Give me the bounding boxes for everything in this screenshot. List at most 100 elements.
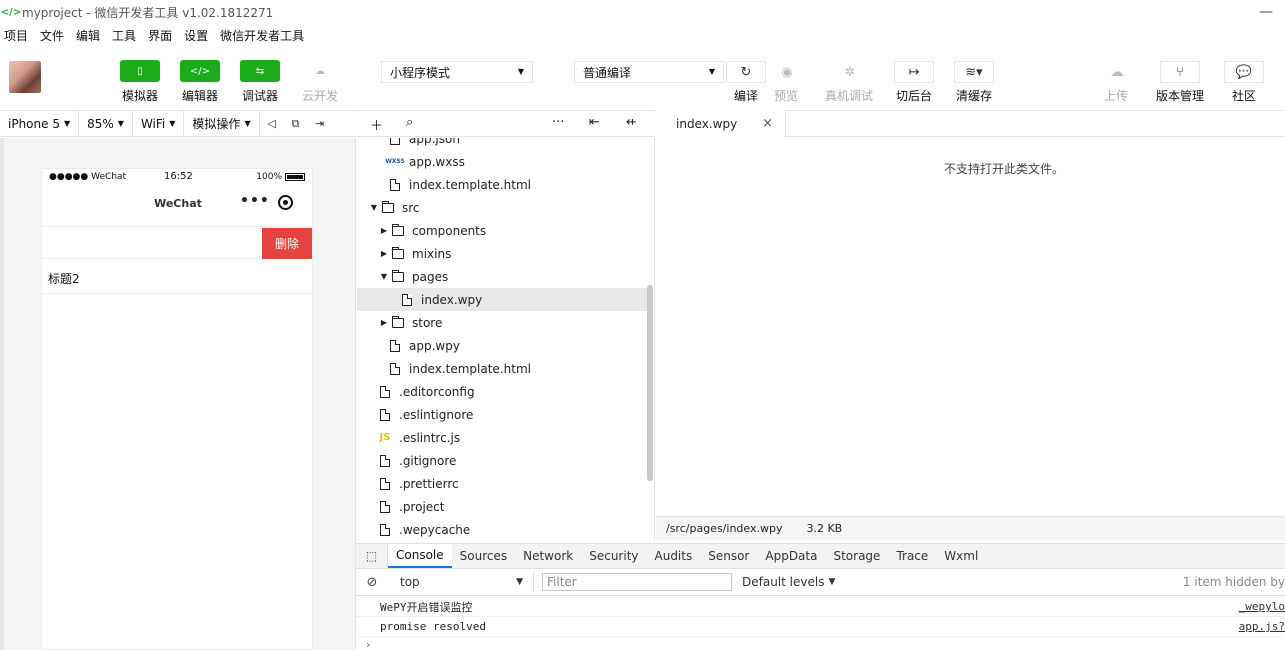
tab-network[interactable]: Network bbox=[515, 544, 581, 568]
tree-item[interactable]: index.wpy bbox=[357, 288, 647, 311]
tree-item[interactable]: .wepycache bbox=[357, 518, 647, 540]
tree-item-label: app.wxss bbox=[409, 154, 465, 169]
tree-item[interactable]: app.wpy bbox=[357, 334, 647, 357]
cloud-label: 云开发 bbox=[301, 89, 338, 103]
filter-input[interactable]: Filter bbox=[542, 573, 732, 591]
minimize-button[interactable]: — bbox=[1259, 4, 1273, 20]
volume-icon[interactable]: ◁ bbox=[260, 111, 284, 136]
collapse-icon[interactable]: ⇤ bbox=[589, 115, 600, 130]
chevron-down-icon[interactable]: ▼ bbox=[369, 203, 379, 212]
console-log-row: WePY开启错误监控 _wepylo bbox=[356, 597, 1285, 617]
menu-settings[interactable]: 设置 bbox=[184, 27, 208, 44]
tree-item[interactable]: ▼ pages bbox=[357, 265, 647, 288]
tab-sensor[interactable]: Sensor bbox=[700, 544, 757, 568]
detach-icon[interactable]: ⇥ bbox=[308, 111, 332, 136]
tree-item[interactable]: ▶ components bbox=[357, 219, 647, 242]
compile-mode-select[interactable]: 普通编译 ▼ bbox=[574, 61, 724, 83]
clear-cache-button[interactable]: ≋▾ bbox=[954, 61, 994, 83]
eye-icon: ◉ bbox=[781, 64, 793, 80]
file-path: /src/pages/index.wpy bbox=[666, 522, 783, 535]
tab-audits[interactable]: Audits bbox=[647, 544, 701, 568]
editor-button[interactable]: </> 编辑器 bbox=[174, 60, 226, 104]
chevron-right-icon[interactable]: ▶ bbox=[379, 318, 389, 327]
menu-view[interactable]: 界面 bbox=[148, 27, 172, 44]
tab-trace[interactable]: Trace bbox=[888, 544, 936, 568]
tab-appdata[interactable]: AppData bbox=[757, 544, 825, 568]
editor-tab[interactable]: index.wpy × bbox=[656, 110, 786, 138]
menu-file[interactable]: 文件 bbox=[40, 27, 64, 44]
cloud-button[interactable]: ☁ 云开发 bbox=[294, 60, 346, 104]
tab-console[interactable]: Console bbox=[388, 544, 452, 568]
tab-wxml[interactable]: Wxml bbox=[936, 544, 986, 568]
network-select[interactable]: WiFi ▼ bbox=[133, 111, 185, 136]
avatar[interactable] bbox=[9, 61, 41, 93]
more-icon[interactable]: ••• bbox=[240, 193, 270, 209]
chevron-right-icon[interactable]: ▶ bbox=[379, 249, 389, 258]
tree-item[interactable]: WXSS app.wxss bbox=[357, 150, 647, 173]
tree-item[interactable]: .prettierrc bbox=[357, 472, 647, 495]
zoom-select[interactable]: 85% ▼ bbox=[79, 111, 133, 136]
chat-bubble-icon: 💬 bbox=[1235, 64, 1253, 80]
window-icon[interactable]: ⧉ bbox=[284, 111, 308, 136]
add-icon[interactable]: ＋ bbox=[370, 115, 383, 134]
simulator-button[interactable]: ▯ 模拟器 bbox=[114, 60, 166, 104]
signal-indicator: ●●●●● WeChat bbox=[49, 172, 127, 182]
compile-button[interactable]: ↻ bbox=[726, 61, 766, 83]
tree-item[interactable]: .gitignore bbox=[357, 449, 647, 472]
menu-tools[interactable]: 工具 bbox=[112, 27, 136, 44]
tab-sources[interactable]: Sources bbox=[452, 544, 515, 568]
tree-item[interactable]: .eslintignore bbox=[357, 403, 647, 426]
sidebar-toggle-icon[interactable]: ⇷ bbox=[626, 115, 637, 130]
file-size: 3.2 KB bbox=[806, 522, 843, 535]
tree-item[interactable]: JS .eslintrc.js bbox=[357, 426, 647, 449]
preview-button[interactable]: ◉ bbox=[767, 61, 807, 83]
debug-icon: ⇆ bbox=[240, 60, 280, 82]
inspect-element-icon[interactable]: ⬚ bbox=[356, 544, 388, 568]
device-select[interactable]: iPhone 5 ▼ bbox=[0, 111, 80, 136]
tree-item-label: index.wpy bbox=[421, 292, 483, 307]
log-source-link[interactable]: _wepylo bbox=[1239, 600, 1285, 613]
levels-select[interactable]: Default levels ▼ bbox=[742, 575, 835, 589]
tree-item[interactable]: index.template.html bbox=[357, 357, 647, 380]
tree-item[interactable]: ▼ src bbox=[357, 196, 647, 219]
remote-debug-button[interactable]: ✲ bbox=[830, 61, 870, 83]
close-icon[interactable]: × bbox=[762, 116, 773, 131]
clear-console-icon[interactable]: ⊘ bbox=[356, 575, 388, 590]
mode-select[interactable]: 小程序模式 ▼ bbox=[381, 61, 533, 83]
tree-item[interactable]: .editorconfig bbox=[357, 380, 647, 403]
tree-item[interactable]: app.json bbox=[357, 138, 647, 150]
operation-select[interactable]: 模拟操作 ▼ bbox=[184, 111, 260, 136]
tree-item[interactable]: ▶ mixins bbox=[357, 242, 647, 265]
chevron-right-icon[interactable]: ▶ bbox=[379, 226, 389, 235]
log-source-link[interactable]: app.js? bbox=[1239, 620, 1285, 633]
console-prompt[interactable]: › bbox=[356, 638, 1285, 650]
file-tree-scrollbar[interactable] bbox=[647, 285, 653, 481]
menu-edit[interactable]: 编辑 bbox=[76, 27, 100, 44]
context-select[interactable]: top ▼ bbox=[388, 572, 534, 592]
tree-item[interactable]: .project bbox=[357, 495, 647, 518]
search-icon[interactable]: ⌕ bbox=[406, 115, 413, 130]
tab-storage[interactable]: Storage bbox=[825, 544, 888, 568]
background-button[interactable]: ↦ bbox=[894, 61, 934, 83]
community-button[interactable]: 💬 bbox=[1224, 61, 1264, 83]
debugger-button[interactable]: ⇆ 调试器 bbox=[234, 60, 286, 104]
delete-button[interactable]: 删除 bbox=[262, 228, 312, 259]
tree-item[interactable]: index.template.html bbox=[357, 173, 647, 196]
close-mini-program-icon[interactable] bbox=[278, 195, 293, 210]
version-button[interactable]: ⑂ bbox=[1160, 61, 1200, 83]
device-bar: iPhone 5 ▼ 85% ▼ WiFi ▼ 模拟操作 ▼ ◁ ⧉ ⇥ bbox=[0, 110, 356, 137]
list-item[interactable]: 删除 bbox=[42, 226, 312, 259]
list-item[interactable]: 标题2 bbox=[42, 263, 312, 294]
chevron-down-icon[interactable]: ▼ bbox=[379, 272, 389, 281]
editor-status-bar: /src/pages/index.wpy 3.2 KB bbox=[656, 516, 1285, 540]
more-icon[interactable]: ··· bbox=[552, 115, 564, 130]
tree-item-label: .gitignore bbox=[399, 453, 457, 468]
tab-security[interactable]: Security bbox=[581, 544, 646, 568]
menu-wechat-devtools[interactable]: 微信开发者工具 bbox=[220, 27, 304, 44]
git-branch-icon: ⑂ bbox=[1176, 64, 1184, 80]
tree-item[interactable]: ▶ store bbox=[357, 311, 647, 334]
upload-button[interactable]: ☁ bbox=[1097, 61, 1137, 83]
tree-item-label: .project bbox=[399, 499, 445, 514]
menu-project[interactable]: 项目 bbox=[4, 27, 28, 44]
phone-screen: ●●●●● WeChat 16:52 100% WeChat ••• 删除 标题… bbox=[41, 168, 313, 650]
